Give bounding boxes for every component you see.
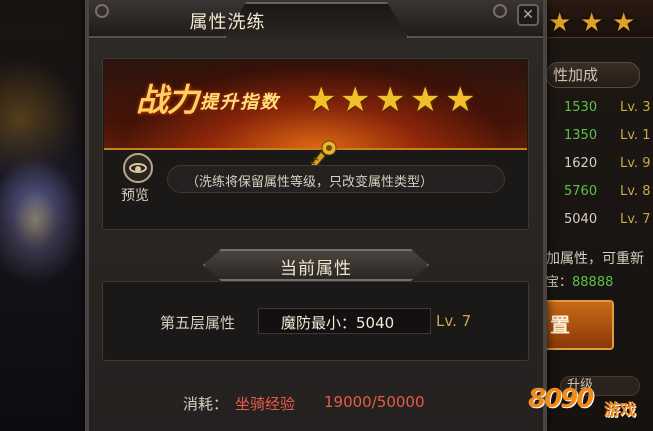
cost-amount: 19000/50000 [324,393,425,411]
preview-label[interactable]: 预览 [121,185,149,205]
watermark-text: 游戏 [604,400,637,419]
star-icon: ★ [340,80,371,120]
star-icon: ★ [375,80,406,120]
power-title: 战力 [136,81,199,119]
row-level: Lv. 1 [620,128,651,143]
attr-value: 魔防最小：5040 [281,314,395,332]
cost-item: 坐骑经验 [235,395,296,413]
gold-value: 88888 [572,275,614,290]
close-button[interactable]: ✕ [517,4,539,26]
background-attr-row: 5760 Lv. 8 [546,180,653,204]
row-value: 5040 [564,212,598,227]
eye-pupil [135,166,141,172]
row-level: Lv. 7 [620,212,651,227]
watermark-number: 8090 [528,384,594,414]
background-gold: 宝：88888 [546,271,613,290]
row-value: 1620 [564,156,598,171]
hint-text: （洗练将保留属性等级，只改变属性类型） [186,175,434,190]
background-star-bar: ★ ★ ★ [542,0,653,38]
power-subtitle: 提升指数 [200,92,280,113]
current-attr-title: 当前属性 [280,259,352,279]
mount-creature-image [0,150,88,290]
dialog-title: 属性洗练 [189,12,266,33]
star-icon: ★ [548,8,572,38]
ornament-icon [493,4,507,18]
row-level: Lv. 9 [620,156,651,171]
background-attr-row: 1530 Lv. 3 [546,96,653,120]
row-value: 1530 [564,100,598,115]
star-icon: ★ [445,80,476,120]
background-panel-header: 性加成 [546,62,640,88]
row-level: Lv. 8 [620,184,651,199]
background-reset-button[interactable]: 置 [544,300,614,350]
star-icon: ★ [612,8,636,38]
star-icon: ★ [580,8,604,38]
ornament-icon [95,4,109,18]
cost-label: 消耗： [183,395,229,413]
preview-button[interactable] [123,153,153,183]
star-icon: ★ [306,80,337,120]
row-value: 5760 [564,184,598,199]
gold-prefix: 宝： [546,275,573,290]
background-attr-row: 5040 Lv. 7 [546,208,653,232]
star-icon: ★ [410,80,441,120]
background-attr-row: 1620 Lv. 9 [546,152,653,176]
attr-level: Lv. 7 [436,312,472,330]
row-level: Lv. 3 [620,100,651,115]
background-attr-row: 1350 Lv. 1 [546,124,653,148]
row-value: 1350 [564,128,598,143]
attr-layer-label: 第五层属性 [160,314,236,332]
background-note: 加属性，可重新 [546,251,644,267]
